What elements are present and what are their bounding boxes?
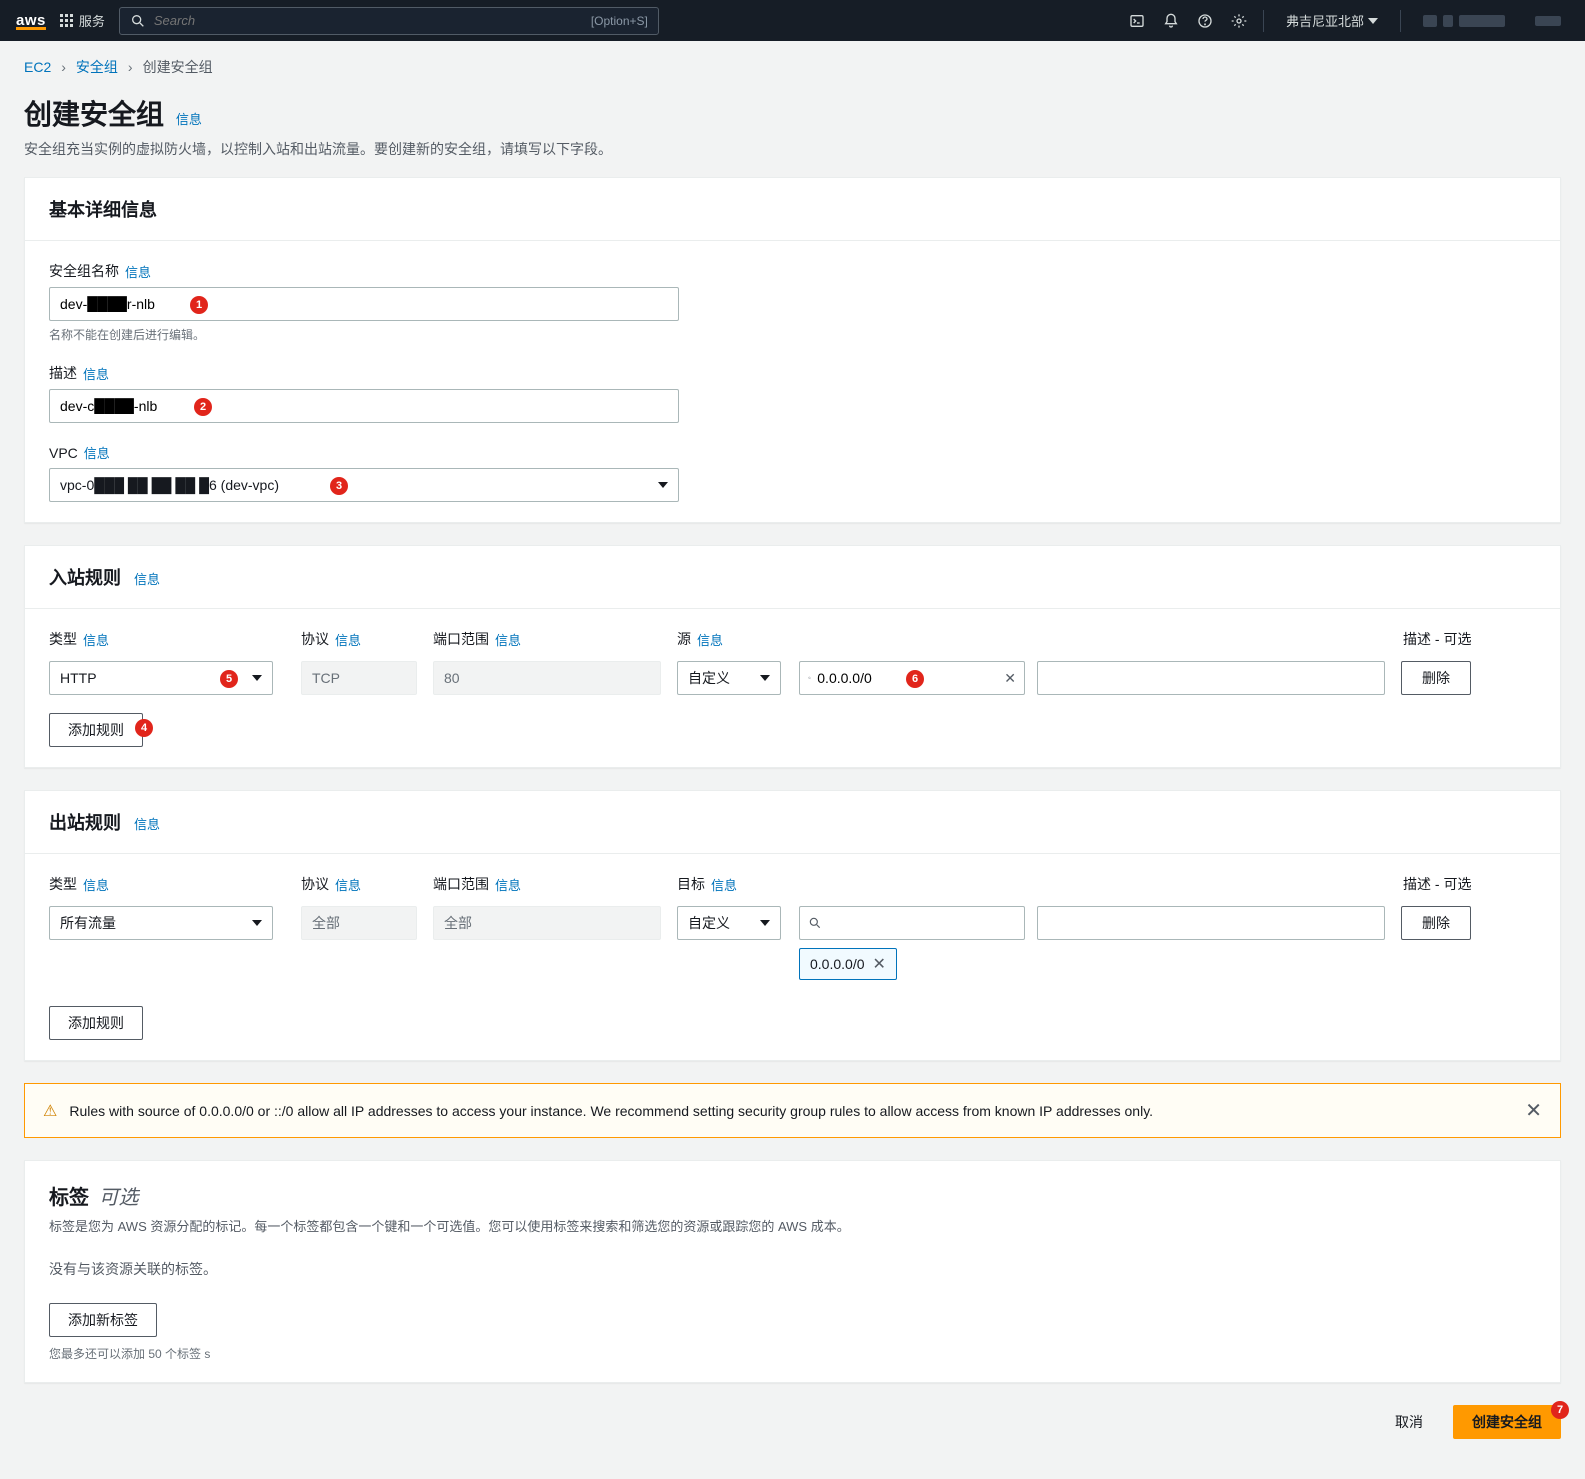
region-label: 弗吉尼亚北部: [1286, 11, 1364, 30]
chevron-down-icon: [760, 920, 770, 926]
sg-desc-input[interactable]: [60, 398, 668, 414]
warning-alert: ⚠ Rules with source of 0.0.0.0/0 or ::/0…: [24, 1083, 1561, 1138]
inbound-protocol: TCP: [301, 661, 417, 695]
inbound-info[interactable]: 信息: [134, 572, 160, 587]
gear-icon[interactable]: [1229, 11, 1249, 31]
sg-desc-info[interactable]: 信息: [83, 364, 109, 383]
tags-desc: 标签是您为 AWS 资源分配的标记。每一个标签都包含一个键和一个可选值。您可以使…: [49, 1216, 1536, 1235]
create-sg-button[interactable]: 创建安全组: [1453, 1405, 1561, 1439]
sg-desc-input-wrap: 2: [49, 389, 679, 423]
page-title: 创建安全组: [24, 93, 164, 133]
bell-icon[interactable]: [1161, 11, 1181, 31]
vpc-value: vpc-0███ ██ ██ ██ █6 (dev-vpc): [60, 477, 279, 493]
inbound-source-mode[interactable]: 自定义: [677, 661, 781, 695]
basic-details-header: 基本详细信息: [25, 178, 1560, 241]
outbound-port: 全部: [433, 906, 661, 940]
breadcrumb-ec2[interactable]: EC2: [24, 59, 51, 75]
alert-text: Rules with source of 0.0.0.0/0 or ::/0 a…: [69, 1103, 1153, 1119]
annotation-2: 2: [194, 398, 212, 416]
top-nav: aws 服务 [Option+S] 弗吉尼亚北部: [0, 0, 1585, 41]
inbound-desc-input-wrap: [1037, 661, 1385, 695]
search-icon: [808, 671, 811, 685]
inbound-rules-panel: 入站规则 信息 类型 信息 协议 信息 端口范围 信息 源 信息 描述 - 可选…: [24, 545, 1561, 768]
page-header: 创建安全组 信息 安全组充当实例的虚拟防火墙，以控制入站和出站流量。要创建新的安…: [24, 93, 1561, 159]
outbound-desc-input-wrap: [1037, 906, 1385, 940]
chevron-down-icon: [252, 675, 262, 681]
chevron-down-icon: [1368, 18, 1378, 24]
chevron-down-icon: [658, 482, 668, 488]
outbound-type-select[interactable]: 所有流量: [49, 906, 273, 940]
nav-search[interactable]: [Option+S]: [119, 7, 659, 35]
annotation-5: 5: [220, 670, 238, 688]
tags-limit: 您最多还可以添加 50 个标签 s: [49, 1345, 1536, 1362]
add-tag-button[interactable]: 添加新标签: [49, 1303, 157, 1337]
inbound-type-select[interactable]: HTTP 5: [49, 661, 273, 695]
account-menu[interactable]: [1415, 15, 1513, 27]
chevron-down-icon: [252, 920, 262, 926]
outbound-add-rule-button[interactable]: 添加规则: [49, 1006, 143, 1040]
inbound-delete-button[interactable]: 删除: [1401, 661, 1471, 695]
help-icon[interactable]: [1195, 11, 1215, 31]
outbound-dest-mode[interactable]: 自定义: [677, 906, 781, 940]
inbound-desc-input[interactable]: [1048, 671, 1374, 686]
alert-close-icon[interactable]: ✕: [1525, 1098, 1542, 1123]
account-extra: [1527, 16, 1569, 26]
sg-name-hint: 名称不能在创建后进行编辑。: [49, 326, 1536, 343]
outbound-header: 出站规则 信息: [25, 791, 1560, 854]
sg-name-input[interactable]: [60, 296, 668, 312]
sg-name-info[interactable]: 信息: [125, 262, 151, 281]
breadcrumb-sg[interactable]: 安全组: [76, 57, 118, 77]
aws-logo[interactable]: aws: [16, 12, 46, 30]
search-input[interactable]: [154, 13, 583, 28]
chevron-down-icon: [760, 675, 770, 681]
outbound-rules-panel: 出站规则 信息 类型 信息 协议 信息 端口范围 信息 目标 信息 描述 - 可…: [24, 790, 1561, 1061]
inbound-port: 80: [433, 661, 661, 695]
page-subtitle: 安全组充当实例的虚拟防火墙，以控制入站和出站流量。要创建新的安全组，请填写以下字…: [24, 139, 1561, 159]
outbound-dest-text[interactable]: [828, 915, 1016, 931]
sg-name-input-wrap: 1: [49, 287, 679, 321]
tags-panel: 标签 可选 标签是您为 AWS 资源分配的标记。每一个标签都包含一个键和一个可选…: [24, 1160, 1561, 1383]
cancel-button[interactable]: 取消: [1377, 1405, 1441, 1439]
outbound-info[interactable]: 信息: [134, 817, 160, 832]
outbound-protocol: 全部: [301, 906, 417, 940]
services-label: 服务: [79, 11, 105, 30]
vpc-select[interactable]: vpc-0███ ██ ██ ██ █6 (dev-vpc) 3: [49, 468, 679, 502]
annotation-1: 1: [190, 296, 208, 314]
breadcrumb-current: 创建安全组: [143, 57, 213, 77]
annotation-7: 7: [1551, 1401, 1569, 1419]
footer-actions: 取消 创建安全组 7: [24, 1405, 1561, 1439]
tags-optional: 可选: [99, 1187, 139, 1209]
basic-details-panel: 基本详细信息 安全组名称 信息 1 名称不能在创建后进行编辑。 描述 信息: [24, 177, 1561, 523]
inbound-add-rule-button[interactable]: 添加规则: [49, 713, 143, 747]
region-selector[interactable]: 弗吉尼亚北部: [1278, 11, 1386, 30]
services-menu[interactable]: 服务: [60, 11, 105, 30]
search-icon: [808, 916, 822, 930]
outbound-desc-input[interactable]: [1048, 916, 1374, 931]
chevron-right-icon: ›: [61, 59, 66, 75]
outbound-dest-chip: 0.0.0.0/0 ✕: [799, 948, 897, 980]
chip-remove-icon[interactable]: ✕: [873, 954, 886, 974]
inbound-source-input[interactable]: ✕ 6: [799, 661, 1025, 695]
annotation-4: 4: [135, 719, 153, 737]
vpc-label: VPC: [49, 445, 78, 461]
vpc-info[interactable]: 信息: [84, 443, 110, 462]
sg-desc-label: 描述: [49, 363, 77, 383]
chevron-right-icon: ›: [128, 59, 133, 75]
outbound-dest-input[interactable]: [799, 906, 1025, 940]
breadcrumb: EC2 › 安全组 › 创建安全组: [24, 57, 1561, 77]
grid-icon: [60, 14, 73, 27]
annotation-6: 6: [906, 670, 924, 688]
warning-icon: ⚠: [43, 1101, 57, 1121]
tags-header: 标签: [49, 1187, 89, 1209]
search-hint: [Option+S]: [591, 14, 648, 28]
cloudshell-icon[interactable]: [1127, 11, 1147, 31]
inbound-header: 入站规则 信息: [25, 546, 1560, 609]
search-icon: [130, 13, 146, 29]
outbound-delete-button[interactable]: 删除: [1401, 906, 1471, 940]
tags-none: 没有与该资源关联的标签。: [49, 1259, 1536, 1279]
sg-name-label: 安全组名称: [49, 261, 119, 281]
page-info-link[interactable]: 信息: [176, 112, 202, 127]
clear-icon[interactable]: ✕: [1004, 670, 1016, 687]
annotation-3: 3: [330, 477, 348, 495]
